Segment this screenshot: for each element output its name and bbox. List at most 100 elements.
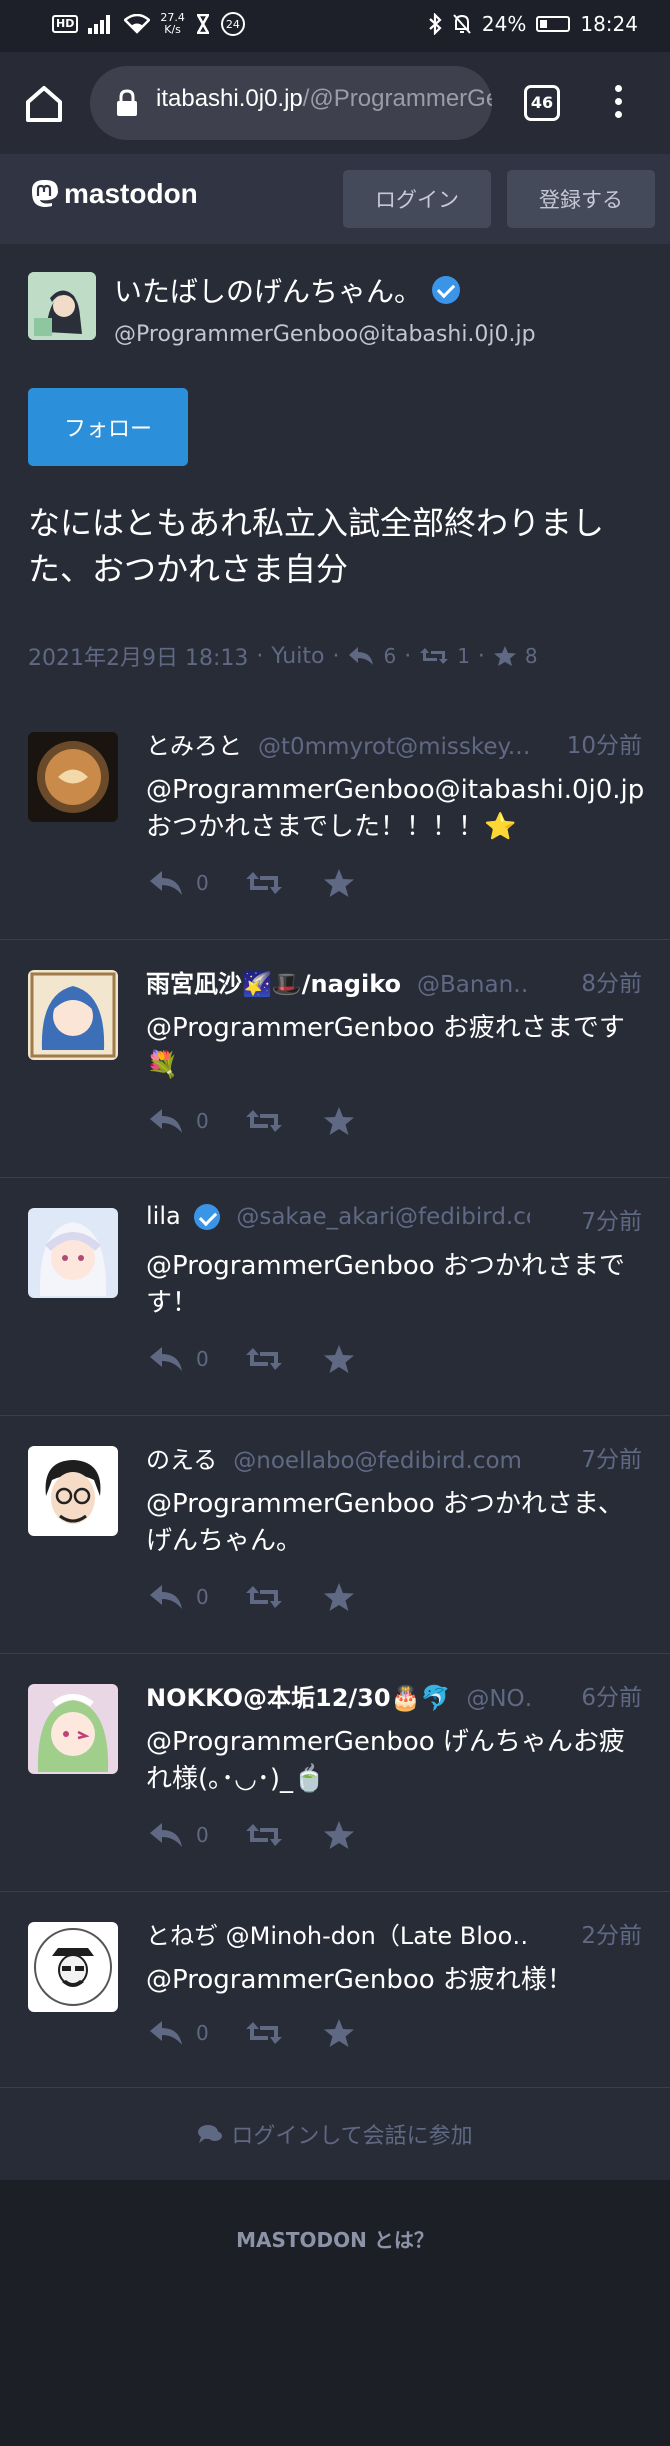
reply-button[interactable]: 0 [148, 869, 209, 897]
about-mastodon-link[interactable]: MASTODON とは？ [0, 2224, 670, 2253]
display-name[interactable]: lila [146, 1202, 181, 1230]
boost-icon[interactable] [245, 1345, 283, 1373]
reply-count: 0 [196, 871, 209, 895]
reply-count: 0 [196, 1585, 209, 1609]
system-status-bar: HD 27.4 K/s 24 24% 18:24 [0, 0, 670, 52]
display-name[interactable]: 雨宮凪沙🌠🎩/nagiko [146, 970, 401, 998]
comments-icon [198, 2125, 223, 2143]
footer: MASTODON とは？ [0, 2180, 670, 2446]
favourite-icon[interactable] [323, 1344, 355, 1374]
author-acct[interactable]: @ProgrammerGenboo@itabashi.0j0.jp [114, 322, 536, 347]
url-host: itabashi.0j0.jp [156, 85, 303, 112]
reply-status[interactable]: lila @sakae_akari@fedibird.co… 7分前 @Prog… [0, 1178, 670, 1416]
favourite-icon[interactable] [323, 2018, 355, 2048]
avatar[interactable] [28, 970, 118, 1060]
avatar-illustration [28, 1922, 118, 2012]
avatar-illustration [28, 1684, 118, 1774]
address-bar[interactable]: itabashi.0j0.jp/@ProgrammerGenboo [90, 66, 492, 140]
status-date[interactable]: 2021年2月9日 18:13 [28, 640, 248, 672]
status-app[interactable]: Yuito [271, 644, 324, 669]
register-button[interactable]: 登録する [507, 170, 655, 228]
avatar[interactable] [28, 732, 118, 822]
url-path: /@ProgrammerGenboo [302, 85, 492, 112]
boost-icon [420, 648, 449, 664]
acct[interactable]: @Banan… [417, 972, 536, 998]
reply-button[interactable]: 0 [148, 2019, 209, 2047]
relative-time[interactable]: 8分前 [530, 964, 642, 998]
avatar[interactable] [28, 1446, 118, 1536]
boost-icon[interactable] [245, 869, 283, 897]
avatar-illustration [28, 1208, 118, 1298]
tab-switcher-button[interactable]: 46 [524, 85, 560, 121]
logo-text: mastodon [64, 178, 198, 209]
display-name[interactable]: とみろと [146, 732, 242, 760]
status-actions: 0 [148, 1820, 355, 1850]
acct[interactable]: @sakae_akari@fedibird.co… [236, 1204, 563, 1230]
favourite-icon[interactable] [323, 1582, 355, 1612]
favourite-icon[interactable] [323, 868, 355, 898]
reply-count: 0 [196, 1109, 209, 1133]
status-header: とねぢ @Minoh-don（Late Bloo… [146, 1916, 546, 1952]
hd-icon: HD [52, 15, 79, 33]
reply-button[interactable]: 0 [148, 1583, 209, 1611]
status-actions: 0 [148, 868, 355, 898]
reply-button[interactable]: 0 [148, 1345, 209, 1373]
boost-count: 1 [457, 644, 470, 668]
reply-count: 0 [196, 1823, 209, 1847]
display-name[interactable]: のえる [146, 1446, 217, 1474]
display-name[interactable]: NOKKO@本垢12/30🎂🐬 [146, 1684, 450, 1712]
signal-icon [88, 15, 111, 34]
url-text: itabashi.0j0.jp/@ProgrammerGenboo [156, 85, 492, 113]
status-actions: 0 [148, 1344, 355, 1374]
status-content: @ProgrammerGenboo おつかれさまです！ [146, 1251, 625, 1318]
relative-time[interactable]: 7分前 [530, 1202, 642, 1236]
reply-icon [150, 2021, 182, 2045]
meta-separator: · [332, 643, 340, 669]
reply-status[interactable]: のえる @noellabo@fedibird.com 7分前 @Programme… [0, 1416, 670, 1654]
reply-button[interactable]: 0 [148, 1821, 209, 1849]
author-avatar[interactable] [28, 272, 96, 340]
status-actions: 0 [148, 1582, 355, 1612]
avatar-illustration [28, 732, 118, 822]
reply-status[interactable]: NOKKO@本垢12/30🎂🐬 @NO… 6分前 @ProgrammerGenbo… [0, 1654, 670, 1892]
display-name[interactable]: とねぢ @Minoh-don（Late Bloo… [146, 1922, 536, 1950]
boost-icon[interactable] [245, 1583, 283, 1611]
status-content: @ProgrammerGenboo おつかれさま、げんちゃん。 [146, 1489, 624, 1556]
boost-icon[interactable] [245, 2019, 283, 2047]
favourite-icon[interactable] [323, 1820, 355, 1850]
acct[interactable]: @t0mmyrot@misskey.… [258, 734, 538, 760]
avatar[interactable] [28, 1922, 118, 2012]
status-content: @ProgrammerGenboo げんちゃんお疲れ様(｡･◡･)_🍵 [146, 1727, 625, 1794]
home-icon[interactable] [20, 80, 68, 128]
reply-button[interactable]: 0 [148, 1107, 209, 1135]
login-to-join-link[interactable]: ログインして会話に参加 [0, 2088, 670, 2180]
reply-status[interactable]: 雨宮凪沙🌠🎩/nagiko @Banan… 8分前 @ProgrammerGenb… [0, 940, 670, 1178]
boost-icon[interactable] [245, 1107, 283, 1135]
reply-status[interactable]: とねぢ @Minoh-don（Late Bloo… 2分前 @Programme… [0, 1892, 670, 2088]
avatar-illustration [28, 970, 118, 1060]
avatar[interactable] [28, 1208, 118, 1298]
acct[interactable]: @noellabo@fedibird.com [233, 1448, 522, 1474]
relative-time[interactable]: 2分前 [530, 1916, 642, 1950]
reply-icon [150, 871, 182, 895]
relative-time[interactable]: 6分前 [530, 1678, 642, 1712]
verified-icon [194, 1204, 221, 1230]
wifi-icon [124, 14, 151, 34]
reply-count: 6 [383, 644, 397, 668]
display-name-text: いたばしのげんちゃん。 [114, 275, 423, 308]
relative-time[interactable]: 7分前 [530, 1440, 642, 1474]
mastodon-logo[interactable]: mastodon [30, 178, 198, 210]
reply-icon [349, 647, 374, 665]
boost-icon[interactable] [245, 1821, 283, 1849]
follow-button[interactable]: フォロー [28, 388, 188, 466]
reply-status[interactable]: とみろと @t0mmyrot@misskey.… 10分前 @Programmer… [0, 702, 670, 940]
relative-time[interactable]: 10分前 [530, 726, 642, 760]
avatar[interactable] [28, 1684, 118, 1774]
author-display-name[interactable]: いたばしのげんちゃん。 [114, 270, 461, 310]
meta-separator: · [256, 643, 264, 669]
favourite-icon[interactable] [323, 1106, 355, 1136]
status-content: @ProgrammerGenboo お疲れ様！ [146, 1965, 573, 1995]
overflow-menu-icon[interactable] [608, 80, 628, 126]
login-button[interactable]: ログイン [343, 170, 491, 228]
status-actions: 0 [148, 2018, 355, 2048]
